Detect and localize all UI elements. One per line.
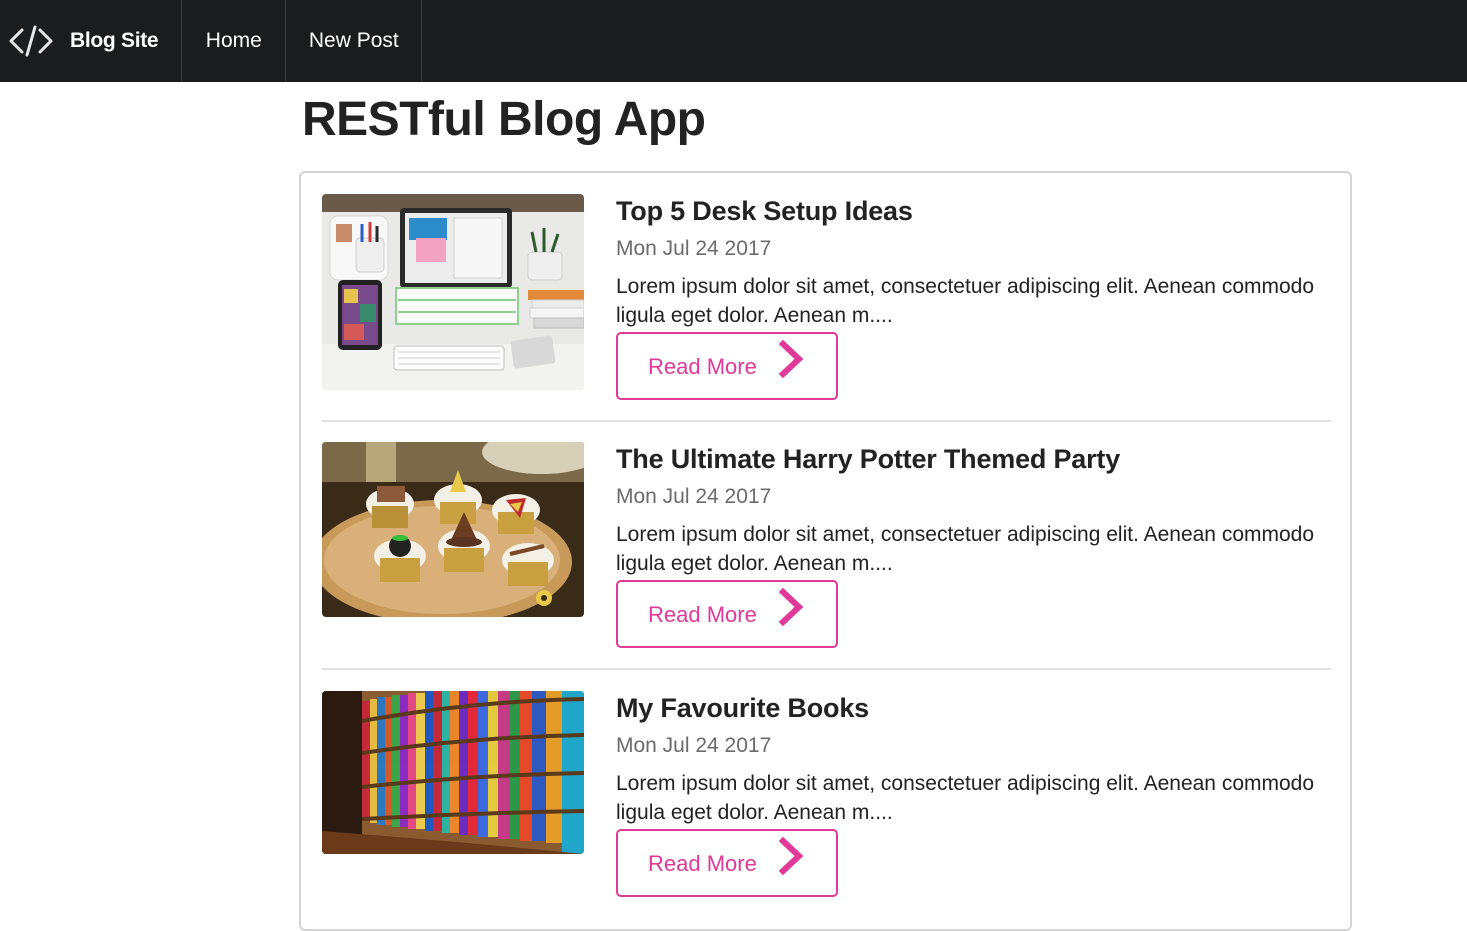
chevron-right-icon [778, 837, 804, 875]
post-image-desk-setup[interactable] [322, 194, 584, 390]
post-image-bookshelf[interactable] [322, 691, 584, 854]
read-more-label: Read More [648, 851, 757, 876]
brand-label: Blog Site [70, 29, 159, 52]
nav-new-post-link[interactable]: New Post [286, 0, 423, 82]
read-more-label: Read More [648, 354, 757, 379]
read-more-button[interactable]: Read More [616, 332, 838, 400]
read-more-button[interactable]: Read More [616, 829, 838, 897]
read-more-button[interactable]: Read More [616, 580, 838, 648]
post-date: Mon Jul 24 2017 [616, 485, 772, 508]
post-item: The Ultimate Harry Potter Themed Party M… [322, 442, 1331, 668]
post-body: My Favourite Books Mon Jul 24 2017 Lorem… [616, 691, 1316, 827]
page-title: RESTful Blog App [302, 93, 706, 146]
posts-list: Top 5 Desk Setup Ideas Mon Jul 24 2017 L… [299, 171, 1352, 931]
chevron-right-icon [778, 588, 804, 626]
post-excerpt: Lorem ipsum dolor sit amet, consectetuer… [616, 772, 1315, 824]
nav-home-label: Home [205, 29, 262, 52]
post-item: My Favourite Books Mon Jul 24 2017 Lorem… [322, 691, 1331, 917]
post-divider [322, 420, 1331, 422]
code-icon [9, 25, 53, 57]
post-body: Top 5 Desk Setup Ideas Mon Jul 24 2017 L… [616, 194, 1316, 330]
post-title[interactable]: Top 5 Desk Setup Ideas [616, 195, 1316, 227]
post-title[interactable]: The Ultimate Harry Potter Themed Party [616, 443, 1316, 475]
read-more-label: Read More [648, 602, 757, 627]
post-excerpt: Lorem ipsum dolor sit amet, consectetuer… [616, 275, 1315, 327]
brand-link[interactable]: Blog Site [0, 0, 183, 82]
top-navbar: Blog Site Home New Post [0, 0, 1467, 82]
post-title[interactable]: My Favourite Books [616, 692, 1316, 724]
post-date: Mon Jul 24 2017 [616, 734, 772, 757]
post-item: Top 5 Desk Setup Ideas Mon Jul 24 2017 L… [322, 194, 1331, 420]
chevron-right-icon [778, 340, 804, 378]
post-image-themed-cupcakes[interactable] [322, 442, 584, 617]
post-divider [322, 668, 1331, 670]
nav-home-link[interactable]: Home [182, 0, 287, 82]
post-date: Mon Jul 24 2017 [616, 237, 772, 260]
post-body: The Ultimate Harry Potter Themed Party M… [616, 442, 1316, 578]
nav-new-post-label: New Post [308, 29, 399, 52]
post-excerpt: Lorem ipsum dolor sit amet, consectetuer… [616, 523, 1315, 575]
